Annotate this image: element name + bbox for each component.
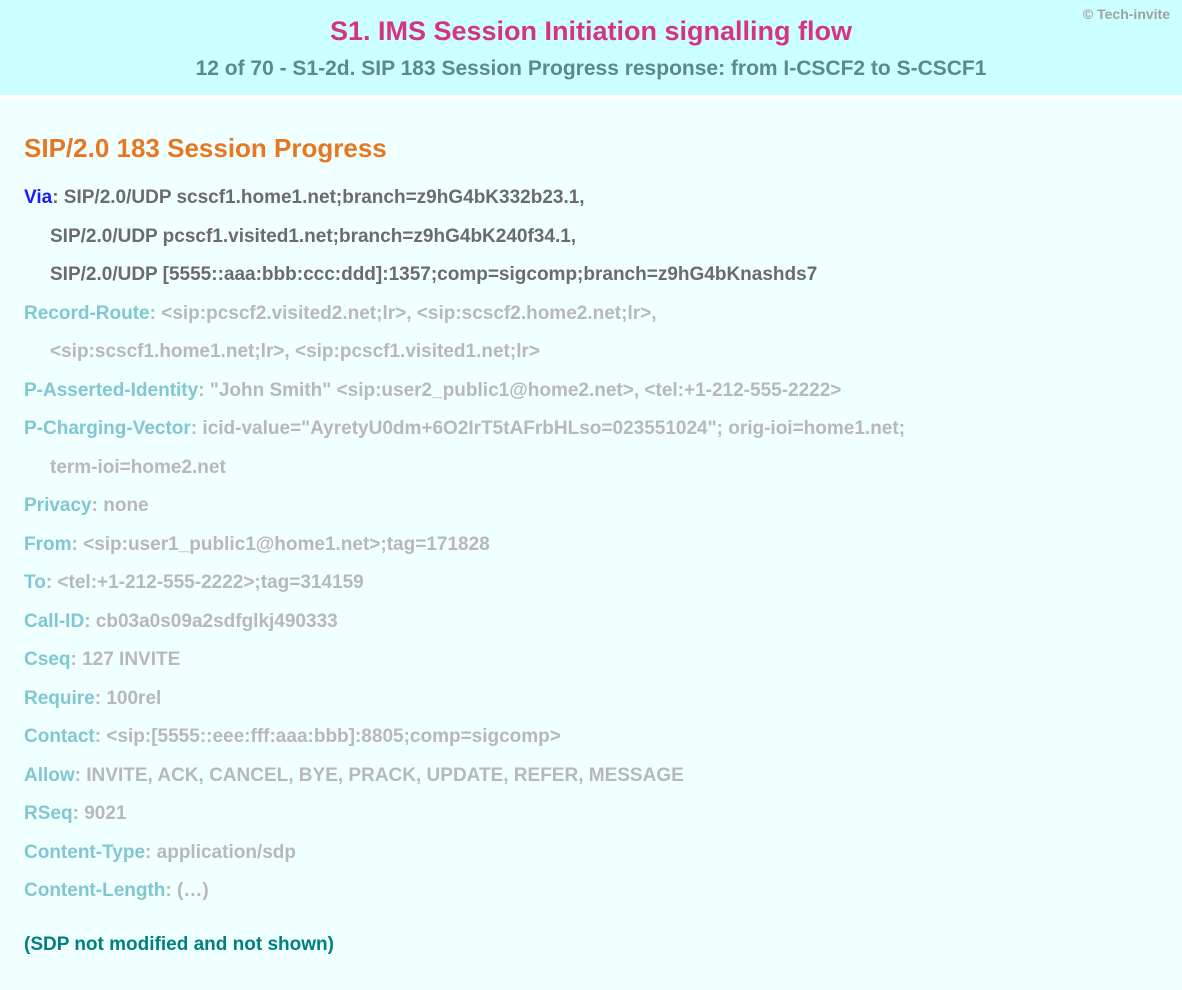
header-content-length: Content-Length: (…) xyxy=(24,877,1158,906)
header-contact: Contact: <sip:[5555::eee:fff:aaa:bbb]:88… xyxy=(24,723,1158,752)
header-p-asserted-identity: P-Asserted-Identity: "John Smith" <sip:u… xyxy=(24,377,1158,406)
header-value: 100rel xyxy=(106,688,161,709)
header-require: Require: 100rel xyxy=(24,685,1158,714)
header-name: Content-Length xyxy=(24,880,165,901)
header-sep: : xyxy=(73,803,85,824)
header-from: From: <sip:user1_public1@home1.net>;tag=… xyxy=(24,531,1158,560)
header-name: Record-Route xyxy=(24,303,150,324)
header-value: <sip:user1_public1@home1.net>;tag=171828 xyxy=(83,534,490,555)
header-sep: : xyxy=(52,187,64,208)
header-to: To: <tel:+1-212-555-2222>;tag=314159 xyxy=(24,569,1158,598)
sip-status-line: SIP/2.0 183 Session Progress xyxy=(24,133,1158,164)
header-value: SIP/2.0/UDP pcscf1.visited1.net;branch=z… xyxy=(50,226,576,247)
page-subtitle: 12 of 70 - S1-2d. SIP 183 Session Progre… xyxy=(14,57,1168,81)
header-sep: : xyxy=(70,649,82,670)
header-name: RSeq xyxy=(24,803,73,824)
page-title: S1. IMS Session Initiation signalling fl… xyxy=(14,16,1168,47)
header-record-route-cont: <sip:scscf1.home1.net;lr>, <sip:pcscf1.v… xyxy=(24,338,1158,367)
header-sep: : xyxy=(150,303,162,324)
header-name: Allow xyxy=(24,765,75,786)
header-call-id: Call-ID: cb03a0s09a2sdfglkj490333 xyxy=(24,608,1158,637)
header-p-charging-vector-cont: term-ioi=home2.net xyxy=(24,454,1158,483)
copyright: © Tech-invite xyxy=(1083,6,1170,22)
header-record-route: Record-Route: <sip:pcscf2.visited2.net;l… xyxy=(24,300,1158,329)
header-name: Call-ID xyxy=(24,611,84,632)
header-value: SIP/2.0/UDP [5555::aaa:bbb:ccc:ddd]:1357… xyxy=(50,264,817,285)
header-value: none xyxy=(103,495,148,516)
header-name: P-Charging-Vector xyxy=(24,418,191,439)
header-value: <sip:scscf1.home1.net;lr>, <sip:pcscf1.v… xyxy=(50,341,540,362)
header-value: "John Smith" <sip:user2_public1@home2.ne… xyxy=(210,380,842,401)
header-privacy: Privacy: none xyxy=(24,492,1158,521)
header-via: Via: SIP/2.0/UDP scscf1.home1.net;branch… xyxy=(24,184,1158,213)
header-sep: : xyxy=(46,572,58,593)
header-sep: : xyxy=(95,726,107,747)
header-value: <tel:+1-212-555-2222>;tag=314159 xyxy=(57,572,363,593)
header-value: cb03a0s09a2sdfglkj490333 xyxy=(96,611,338,632)
header-name: Cseq xyxy=(24,649,70,670)
sip-message: SIP/2.0 183 Session Progress Via: SIP/2.… xyxy=(0,99,1182,990)
header-value: icid-value="AyretyU0dm+6O2IrT5tAFrbHLso=… xyxy=(202,418,905,439)
header-sep: : xyxy=(145,842,157,863)
header-value: (…) xyxy=(177,880,209,901)
header-name: To xyxy=(24,572,46,593)
header-value: SIP/2.0/UDP scscf1.home1.net;branch=z9hG… xyxy=(64,187,585,208)
header-cseq: Cseq: 127 INVITE xyxy=(24,646,1158,675)
sdp-note: (SDP not modified and not shown) xyxy=(24,934,1158,956)
header-p-charging-vector: P-Charging-Vector: icid-value="AyretyU0d… xyxy=(24,415,1158,444)
header-via-cont-2: SIP/2.0/UDP [5555::aaa:bbb:ccc:ddd]:1357… xyxy=(24,261,1158,290)
banner: © Tech-invite S1. IMS Session Initiation… xyxy=(0,0,1182,95)
header-name: Via xyxy=(24,187,52,208)
header-rseq: RSeq: 9021 xyxy=(24,800,1158,829)
header-value: term-ioi=home2.net xyxy=(50,457,226,478)
header-sep: : xyxy=(95,688,107,709)
header-content-type: Content-Type: application/sdp xyxy=(24,839,1158,868)
header-value: application/sdp xyxy=(157,842,296,863)
header-name: Contact xyxy=(24,726,95,747)
header-name: P-Asserted-Identity xyxy=(24,380,198,401)
header-sep: : xyxy=(191,418,203,439)
header-sep: : xyxy=(198,380,210,401)
header-value: <sip:pcscf2.visited2.net;lr>, <sip:scscf… xyxy=(161,303,656,324)
header-value: <sip:[5555::eee:fff:aaa:bbb]:8805;comp=s… xyxy=(106,726,561,747)
header-allow: Allow: INVITE, ACK, CANCEL, BYE, PRACK, … xyxy=(24,762,1158,791)
header-value: INVITE, ACK, CANCEL, BYE, PRACK, UPDATE,… xyxy=(86,765,684,786)
header-value: 127 INVITE xyxy=(82,649,180,670)
header-sep: : xyxy=(84,611,96,632)
header-sep: : xyxy=(92,495,104,516)
header-via-cont-1: SIP/2.0/UDP pcscf1.visited1.net;branch=z… xyxy=(24,223,1158,252)
header-name: Require xyxy=(24,688,95,709)
header-sep: : xyxy=(75,765,87,786)
header-name: Privacy xyxy=(24,495,92,516)
header-value: 9021 xyxy=(84,803,126,824)
header-sep: : xyxy=(165,880,177,901)
header-name: From xyxy=(24,534,72,555)
header-sep: : xyxy=(72,534,84,555)
header-name: Content-Type xyxy=(24,842,145,863)
